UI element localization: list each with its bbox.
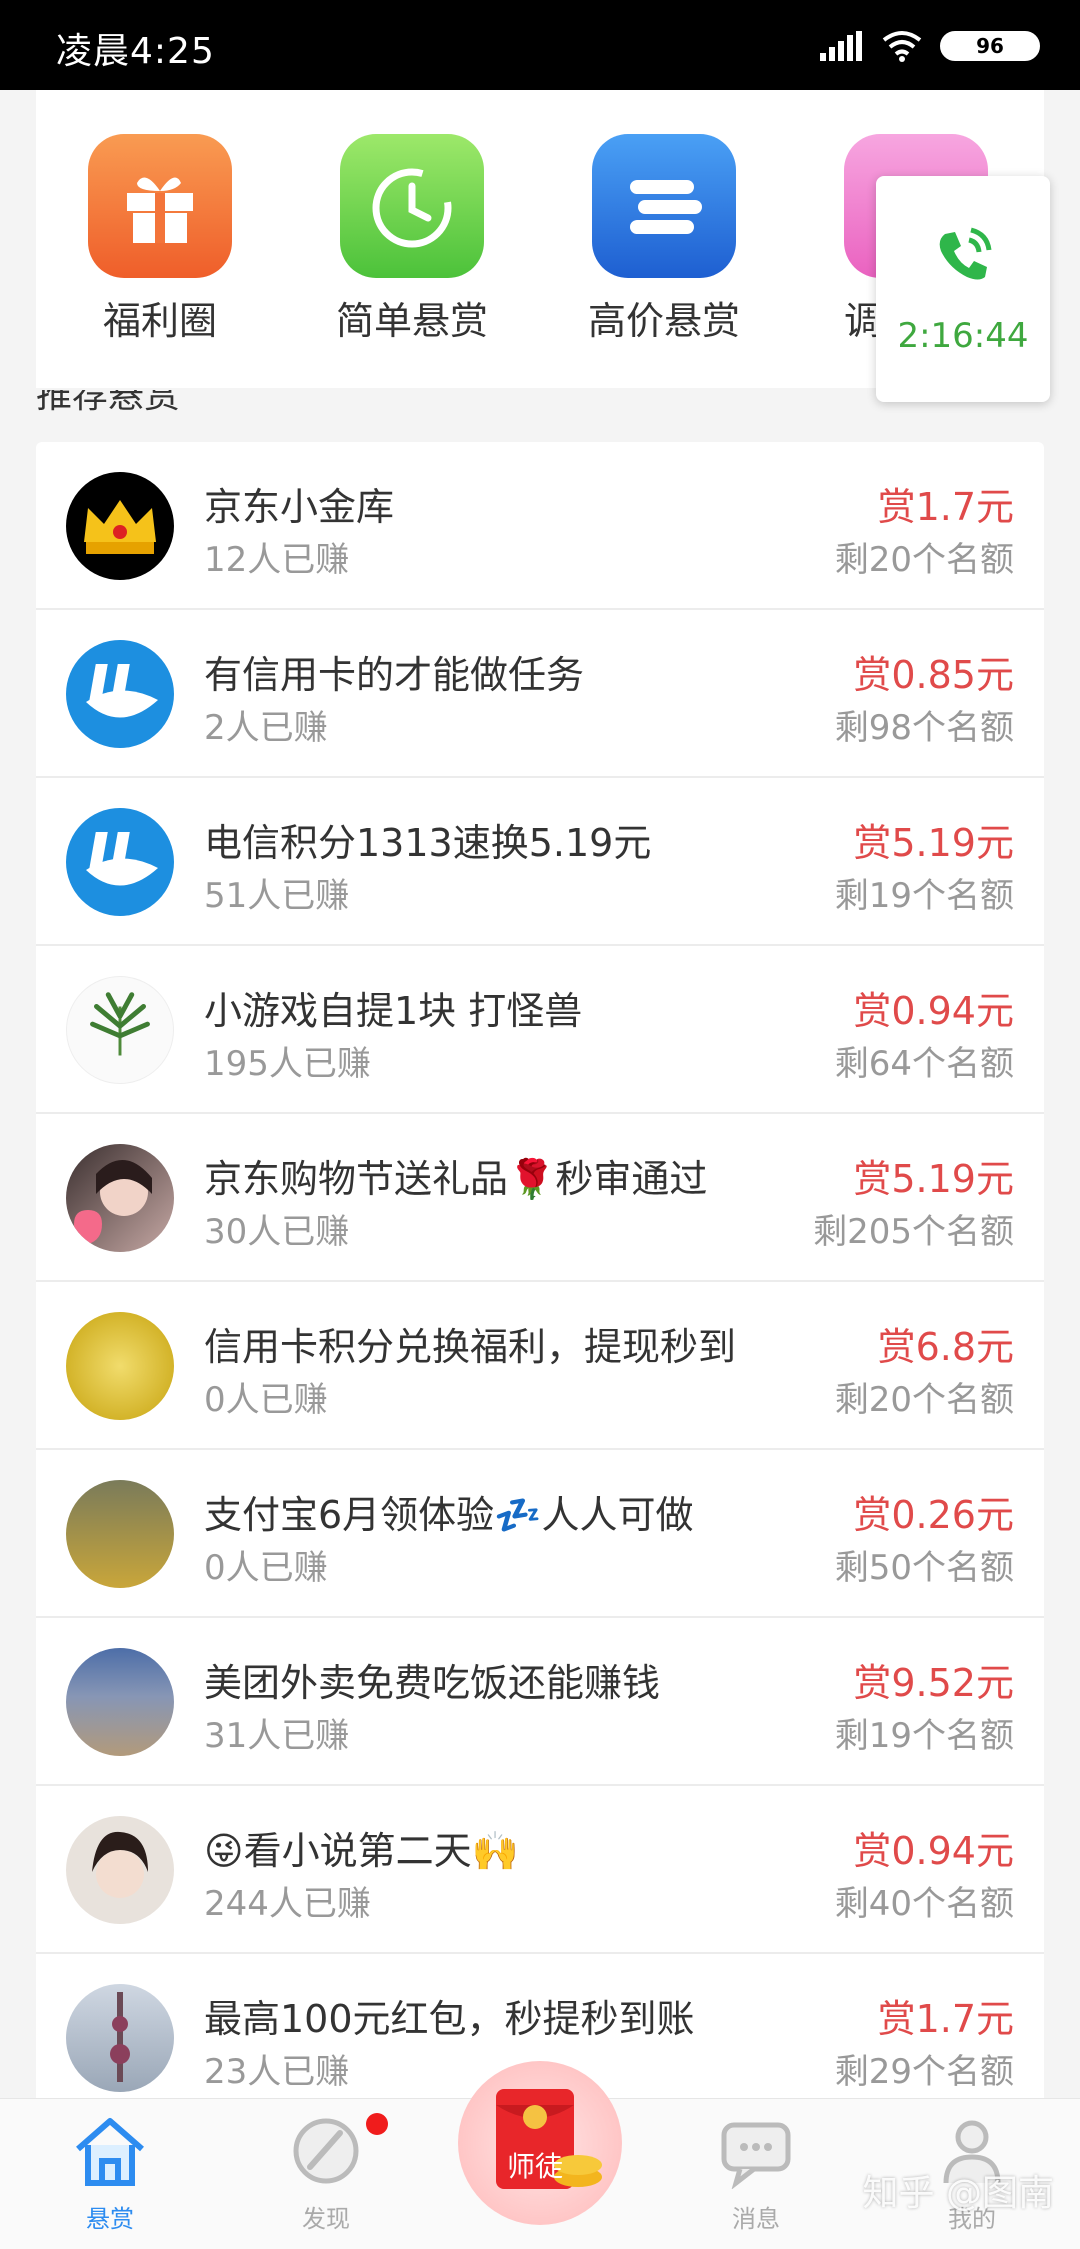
task-earned: 2人已赚 xyxy=(204,708,328,748)
task-quota: 剩29个名额 xyxy=(834,2052,1014,2092)
gift-icon xyxy=(88,134,232,278)
task-quota: 剩205个名额 xyxy=(813,1212,1014,1252)
red-envelope-icon xyxy=(496,2089,602,2189)
task-row[interactable]: 京东小金库 12人已赚 赏1.7元 剩20个名额 xyxy=(36,442,1044,610)
tab-reward[interactable]: 悬赏 xyxy=(30,2113,190,2234)
category-label: 高价悬赏 xyxy=(587,299,740,343)
task-row[interactable]: 京东购物节送礼品🌹秒审通过 30人已赚 赏5.19元 剩205个名额 xyxy=(36,1114,1044,1282)
stack-icon xyxy=(592,134,736,278)
task-quota: 剩50个名额 xyxy=(834,1548,1014,1588)
task-reward: 赏1.7元 xyxy=(877,485,1014,529)
task-title: 信用卡积分兑换福利，提现秒到 xyxy=(204,1325,737,1369)
clock-icon xyxy=(340,134,484,278)
phone-call-icon xyxy=(939,227,992,280)
status-time: 凌晨4:25 xyxy=(56,31,215,72)
task-earned: 195人已赚 xyxy=(204,1044,371,1084)
task-title: 有信用卡的才能做任务 xyxy=(204,653,585,697)
watermark: 知乎 @图南 xyxy=(862,2173,1054,2214)
section-title: 推荐悬赏 xyxy=(36,390,181,412)
task-row[interactable]: 小游戏自提1块 打怪兽 195人已赚 赏0.94元 剩64个名额 xyxy=(36,946,1044,1114)
task-title: 最高100元红包，秒提秒到账 xyxy=(204,1997,695,2041)
home-icon xyxy=(76,2118,144,2186)
battery-indicator: 96 xyxy=(940,31,1040,61)
task-row[interactable]: 信用卡积分兑换福利，提现秒到 0人已赚 赏6.8元 剩20个名额 xyxy=(36,1282,1044,1450)
status-bar: 凌晨4:25 96 xyxy=(0,0,1080,90)
task-row[interactable]: 支付宝6月领体验💤人人可做 0人已赚 赏0.26元 剩50个名额 xyxy=(36,1450,1044,1618)
task-reward: 赏5.19元 xyxy=(853,821,1014,865)
category-label: 福利圈 xyxy=(102,299,217,343)
task-quota: 剩98个名额 xyxy=(834,708,1014,748)
woman-avatar xyxy=(66,1816,174,1924)
task-title: 美团外卖免费吃饭还能赚钱 xyxy=(204,1661,661,1705)
group-avatar xyxy=(66,1480,174,1588)
mentor-label: 师徒 xyxy=(506,2150,563,2183)
tab-label: 消息 xyxy=(732,2205,780,2233)
crown-avatar xyxy=(66,472,174,580)
task-list: 京东小金库 12人已赚 赏1.7元 剩20个名额 有信用卡的才能做任务 2人已赚… xyxy=(36,442,1044,2122)
tab-label: 悬赏 xyxy=(86,2205,134,2233)
task-row[interactable]: 美团外卖免费吃饭还能赚钱 31人已赚 赏9.52元 剩19个名额 xyxy=(36,1618,1044,1786)
city-avatar xyxy=(66,1648,174,1756)
status-icons: 96 xyxy=(820,28,1040,64)
task-quota: 剩20个名额 xyxy=(834,540,1014,580)
task-earned: 0人已赚 xyxy=(204,1380,328,1420)
task-earned: 31人已赚 xyxy=(204,1716,350,1756)
task-earned: 30人已赚 xyxy=(204,1212,350,1252)
category-simple[interactable]: 简单悬赏 xyxy=(312,134,512,345)
task-earned: 244人已赚 xyxy=(204,1884,371,1924)
tab-messages[interactable]: 消息 xyxy=(676,2113,836,2234)
leaf-avatar xyxy=(66,976,174,1084)
task-earned: 0人已赚 xyxy=(204,1548,328,1588)
task-reward: 赏0.94元 xyxy=(853,989,1014,1033)
task-title: 支付宝6月领体验💤人人可做 xyxy=(204,1493,694,1537)
task-quota: 剩19个名额 xyxy=(834,876,1014,916)
task-title: 京东购物节送礼品🌹秒审通过 xyxy=(204,1157,708,1201)
bang-avatar xyxy=(66,808,174,916)
task-reward: 赏0.94元 xyxy=(853,1829,1014,1873)
signal-icon xyxy=(820,31,862,61)
task-title: 电信积分1313速换5.19元 xyxy=(204,821,652,865)
task-reward: 赏0.26元 xyxy=(853,1493,1014,1537)
task-row[interactable]: 😜看小说第二天🙌 244人已赚 赏0.94元 剩40个名额 xyxy=(36,1786,1044,1954)
notification-dot xyxy=(366,2113,388,2135)
gold-avatar xyxy=(66,1312,174,1420)
task-title: 京东小金库 xyxy=(204,485,395,529)
mentor-button[interactable]: 师徒 xyxy=(458,2061,622,2225)
task-quota: 剩64个名额 xyxy=(834,1044,1014,1084)
task-earned: 51人已赚 xyxy=(204,876,350,916)
category-welfare[interactable]: 福利圈 xyxy=(60,134,260,345)
palette-icon xyxy=(293,2118,359,2184)
wifi-icon xyxy=(882,31,922,62)
bang-avatar xyxy=(66,640,174,748)
task-reward: 赏0.85元 xyxy=(853,653,1014,697)
task-quota: 剩19个名额 xyxy=(834,1716,1014,1756)
task-quota: 剩20个名额 xyxy=(834,1380,1014,1420)
task-row[interactable]: 有信用卡的才能做任务 2人已赚 赏0.85元 剩98个名额 xyxy=(36,610,1044,778)
girl-avatar xyxy=(66,1144,174,1252)
task-reward: 赏5.19元 xyxy=(853,1157,1014,1201)
task-quota: 剩40个名额 xyxy=(834,1884,1014,1924)
category-highprice[interactable]: 高价悬赏 xyxy=(564,134,764,345)
message-icon xyxy=(721,2122,791,2190)
tower-avatar xyxy=(66,1984,174,2092)
main-page: 福利圈 简单悬赏 高价悬赏 调 推荐悬赏 2:16:44 京东小金库 12人已赚… xyxy=(0,90,1080,2248)
call-duration: 2:16:44 xyxy=(897,316,1029,356)
tab-label: 发现 xyxy=(302,2205,350,2233)
task-earned: 12人已赚 xyxy=(204,540,350,580)
task-reward: 赏6.8元 xyxy=(877,1325,1014,1369)
task-row[interactable]: 电信积分1313速换5.19元 51人已赚 赏5.19元 剩19个名额 xyxy=(36,778,1044,946)
task-earned: 23人已赚 xyxy=(204,2052,350,2092)
task-reward: 赏9.52元 xyxy=(853,1661,1014,1705)
task-reward: 赏1.7元 xyxy=(877,1997,1014,2041)
task-title: 😜看小说第二天🙌 xyxy=(204,1829,519,1873)
task-title: 小游戏自提1块 打怪兽 xyxy=(204,989,583,1033)
category-label: 简单悬赏 xyxy=(335,299,488,343)
call-float-widget[interactable]: 2:16:44 xyxy=(876,176,1050,402)
